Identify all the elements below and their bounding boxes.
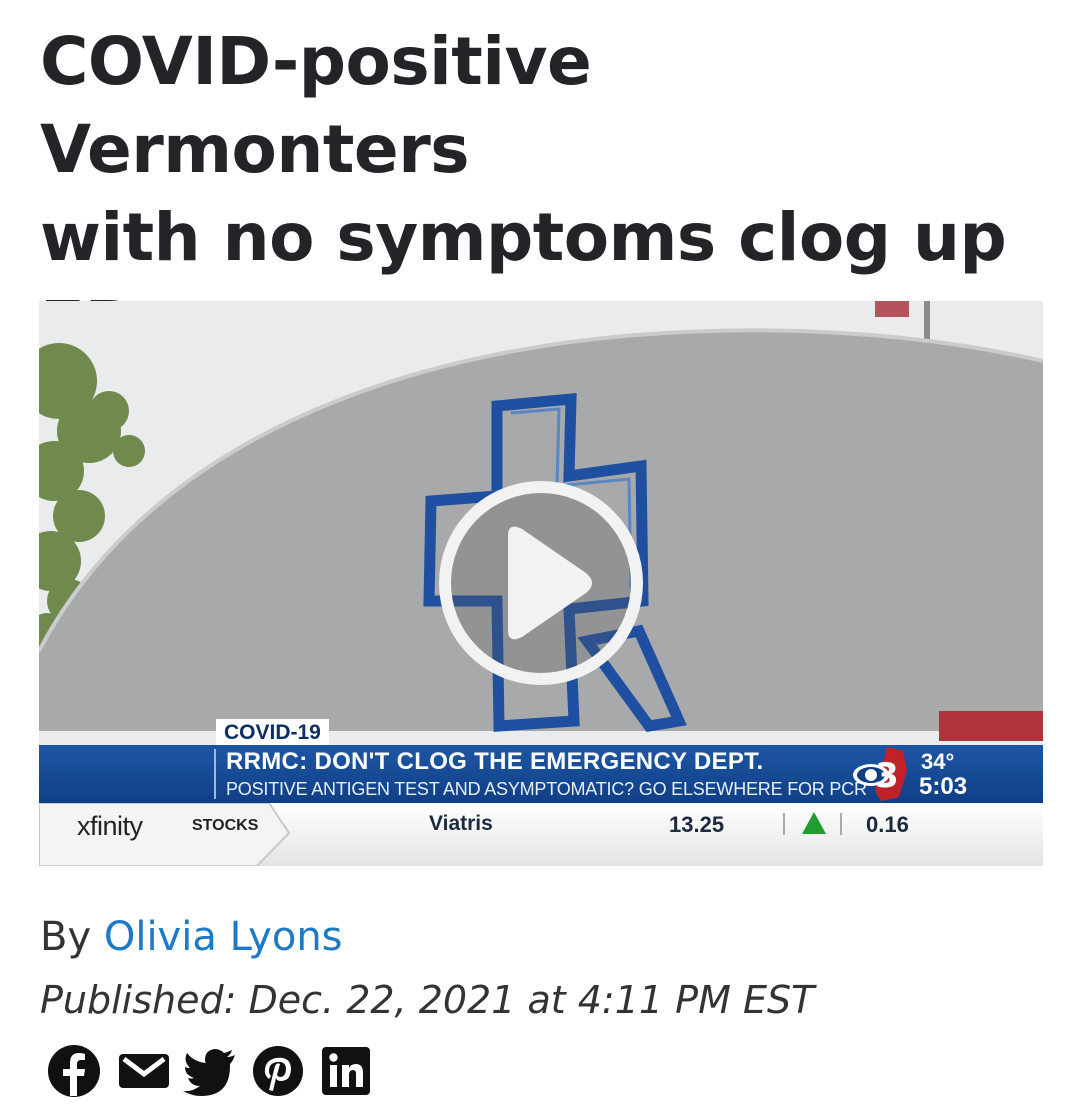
- email-icon[interactable]: [116, 1044, 172, 1098]
- ticker-section: STOCKS: [192, 817, 259, 834]
- video-player[interactable]: COVID-19 RRMC: DON'T CLOG THE EMERGENCY …: [39, 301, 1043, 866]
- ticker-divider: [783, 813, 785, 835]
- up-arrow-icon: [802, 812, 826, 834]
- headline-line-1: COVID-positive Vermonters: [40, 23, 592, 188]
- ticker-stock-change: 0.16: [866, 812, 909, 837]
- linkedin-icon[interactable]: [318, 1044, 374, 1098]
- author-link[interactable]: Olivia Lyons: [104, 914, 343, 960]
- ticker-stock-price: 13.25: [669, 812, 725, 837]
- play-circle-icon[interactable]: [436, 478, 646, 688]
- headline-line-2: with no symptoms clog up: [40, 199, 1007, 276]
- cbs-channel-logo-icon: 3: [853, 747, 907, 801]
- news-lower-third: RRMC: DON'T CLOG THE EMERGENCY DEPT. POS…: [39, 745, 1043, 803]
- twitter-icon[interactable]: [182, 1044, 238, 1098]
- news-headline: RRMC: DON'T CLOG THE EMERGENCY DEPT.: [226, 748, 764, 775]
- ticker-divider: [840, 813, 842, 835]
- bar-divider: [214, 749, 216, 799]
- byline-prefix: By: [40, 914, 92, 960]
- temperature: 34°: [921, 749, 955, 774]
- ticker-stock-name: Viatris: [429, 812, 493, 835]
- news-category-tag: COVID-19: [216, 719, 329, 745]
- broadcast-time: 5:03: [919, 773, 968, 800]
- pinterest-icon[interactable]: [250, 1044, 306, 1098]
- stock-ticker: xfinity STOCKS Viatris 13.25 0.16: [39, 803, 1043, 866]
- channel-number: 3: [875, 756, 899, 796]
- byline: By Olivia Lyons: [40, 914, 343, 960]
- published-date: Published: Dec. 22, 2021 at 4:11 PM EST: [40, 978, 815, 1022]
- news-subline: POSITIVE ANTIGEN TEST AND ASYMPTOMATIC? …: [226, 779, 867, 799]
- ticker-brand: xfinity: [77, 811, 143, 841]
- facebook-icon[interactable]: [46, 1044, 102, 1098]
